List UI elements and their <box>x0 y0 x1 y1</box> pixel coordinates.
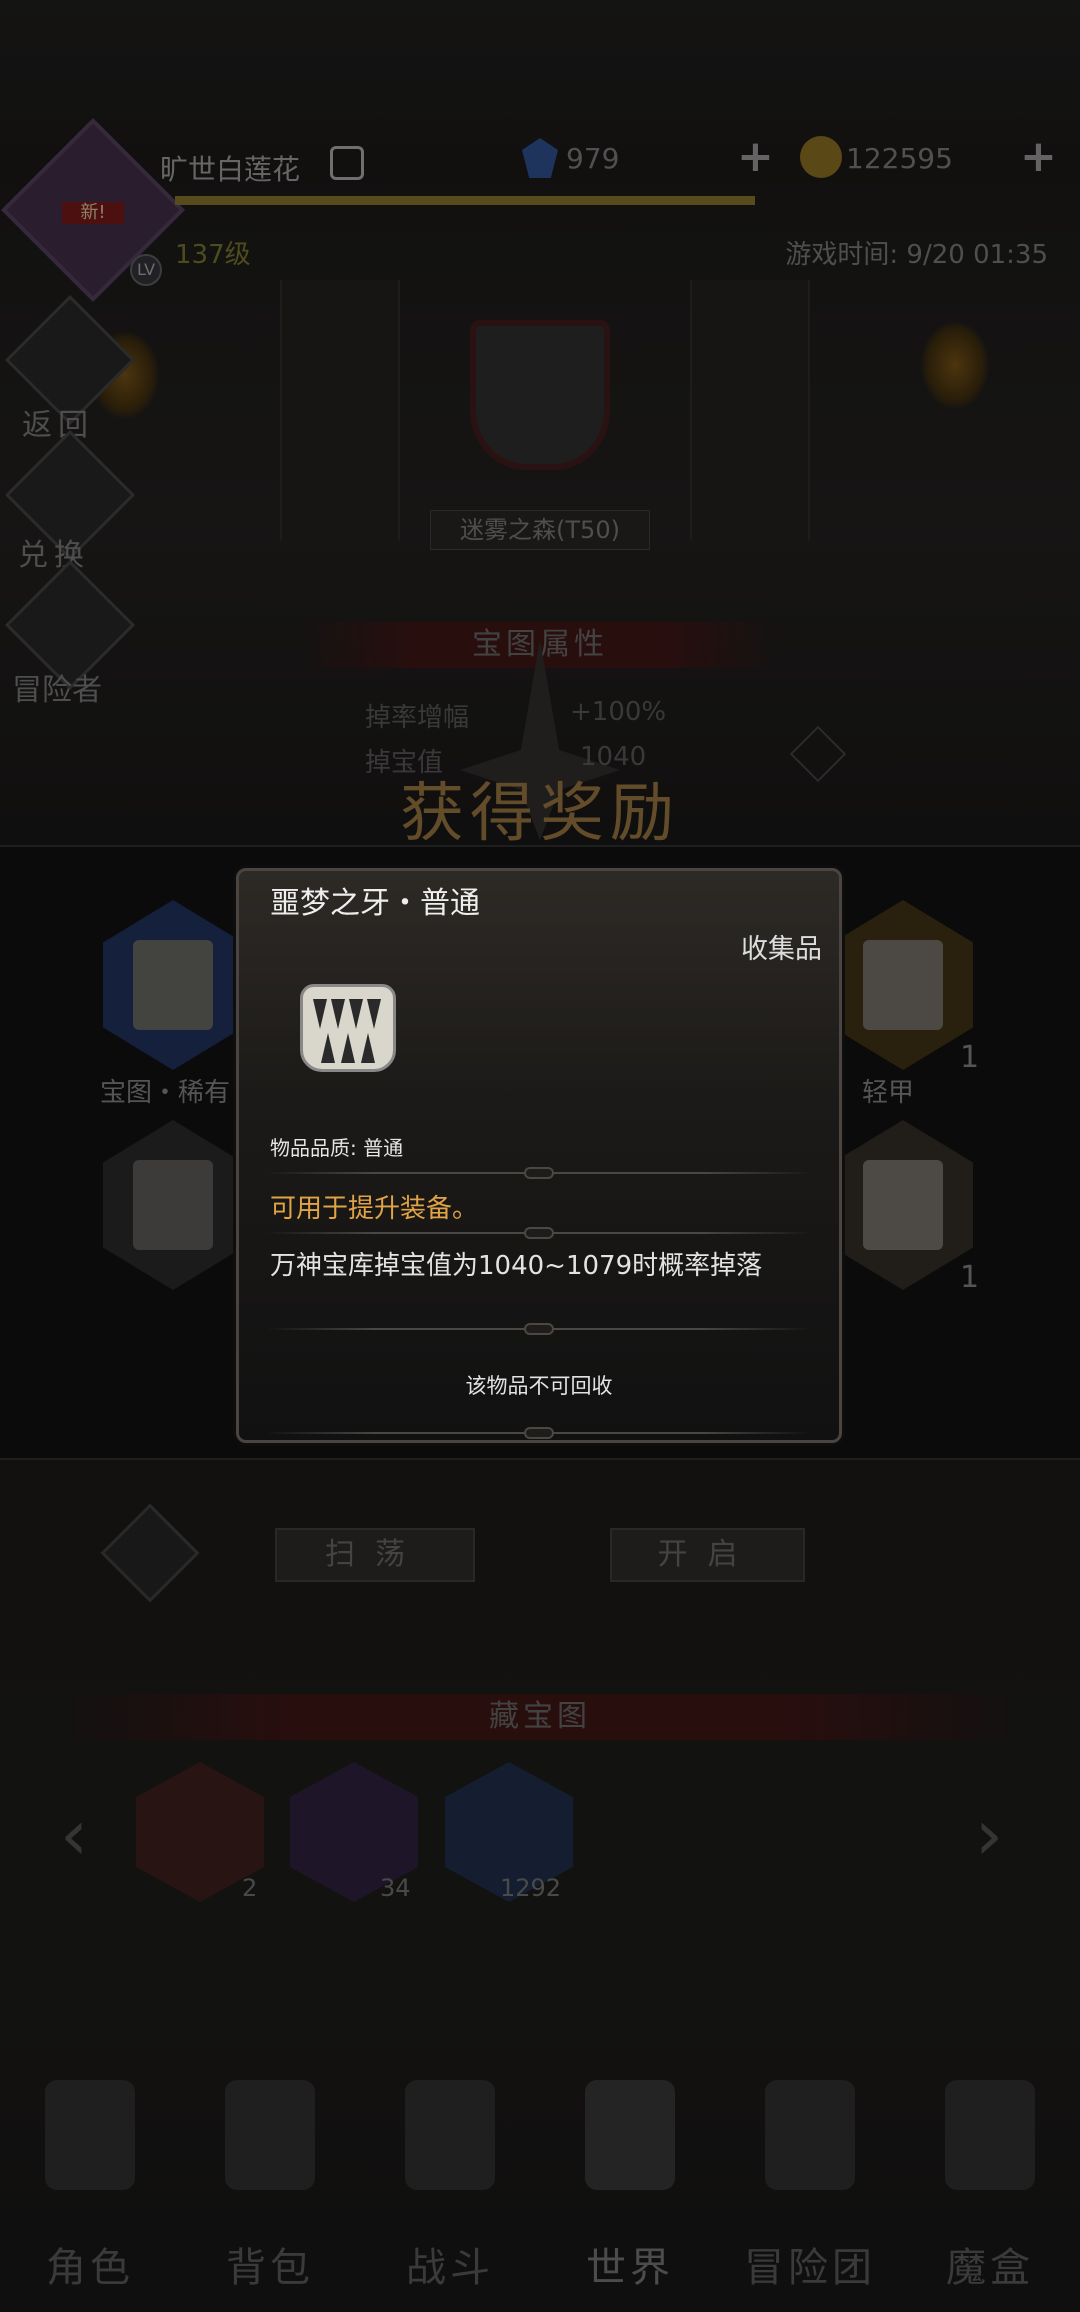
item-category: 收集品 <box>741 934 822 965</box>
divider <box>266 1167 812 1179</box>
item-description: 万神宝库掉宝值为1040~1079时概率掉落 <box>270 1251 763 1281</box>
item-name: 噩梦之牙・普通 <box>270 886 480 921</box>
fang-icon <box>300 984 396 1072</box>
divider <box>266 1427 812 1439</box>
item-usage: 可用于提升装备。 <box>270 1194 479 1224</box>
divider <box>266 1227 812 1239</box>
game-screen: 新! LV 旷世白莲花 137级 979 + 122595 + 游戏时间: 9/… <box>0 0 1080 2312</box>
divider <box>266 1323 812 1335</box>
item-quality: 物品品质: 普通 <box>270 1136 404 1160</box>
recycle-note: 该物品不可回收 <box>465 1374 613 1398</box>
